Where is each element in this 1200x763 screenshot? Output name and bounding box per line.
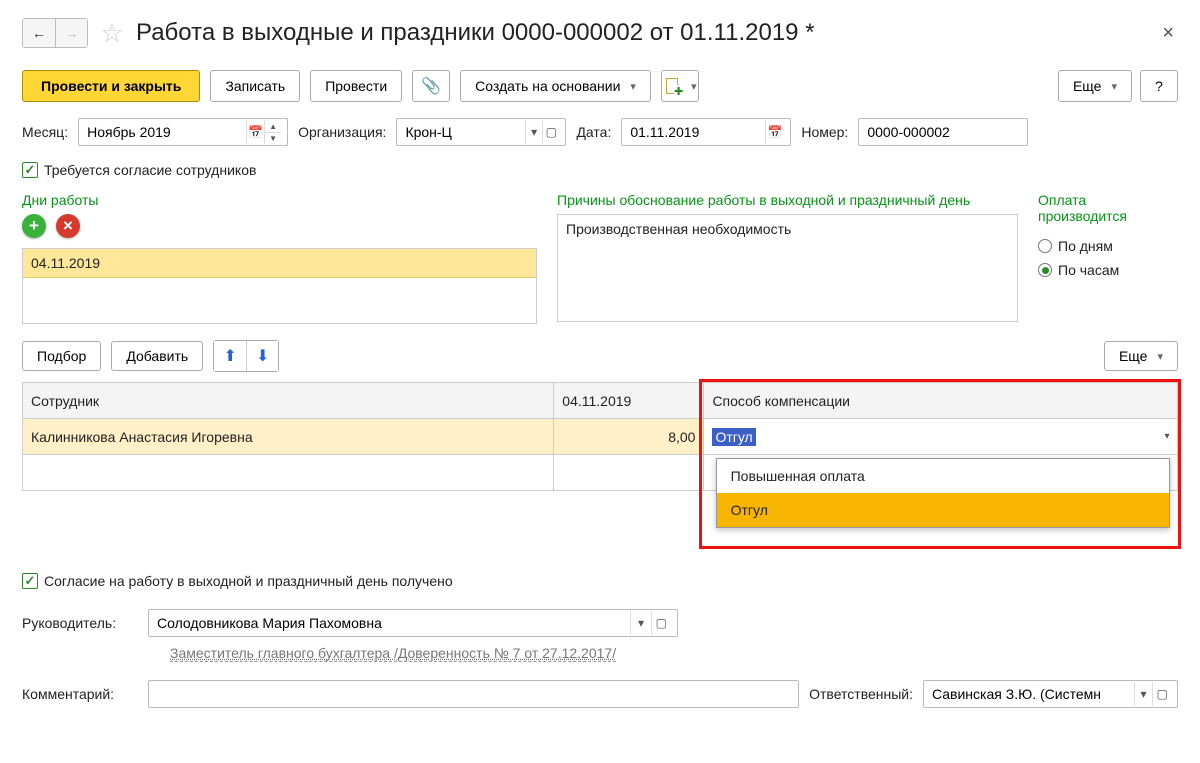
- compensation-dropdown[interactable]: Повышенная оплата Отгул: [716, 458, 1170, 528]
- arrow-down-icon: ⬇: [256, 346, 269, 366]
- arrow-up-icon: ⬆: [223, 346, 236, 366]
- manager-proxy-link[interactable]: Заместитель главного бухгалтера /Доверен…: [170, 645, 616, 662]
- nav-back-button[interactable]: ←: [23, 19, 55, 47]
- days-section-title: Дни работы: [22, 192, 537, 208]
- date-label: Дата:: [576, 124, 611, 140]
- manager-label: Руководитель:: [22, 615, 138, 631]
- run-and-close-button[interactable]: Провести и закрыть: [22, 70, 200, 102]
- cell-hours[interactable]: 8,00: [554, 419, 704, 455]
- table-more-button[interactable]: Еще: [1104, 341, 1178, 371]
- col-date[interactable]: 04.11.2019: [554, 383, 704, 419]
- number-input[interactable]: [858, 118, 1028, 146]
- consent-received-checkbox[interactable]: ✓: [22, 573, 38, 589]
- comment-label: Комментарий:: [22, 686, 138, 702]
- responsible-input[interactable]: ▾ ▢: [923, 680, 1178, 708]
- month-input[interactable]: 📅 ▲ ▼: [78, 118, 288, 146]
- manager-input[interactable]: ▾ ▢: [148, 609, 678, 637]
- calendar-icon[interactable]: 📅: [765, 120, 784, 144]
- manager-field[interactable]: [155, 614, 630, 632]
- dropdown-icon[interactable]: ▾: [525, 120, 542, 144]
- day-row[interactable]: 04.11.2019: [23, 249, 536, 278]
- run-button[interactable]: Провести: [310, 70, 402, 102]
- dropdown-icon[interactable]: ▾: [1134, 682, 1153, 706]
- cell-compensation-value: Отгул: [712, 428, 755, 446]
- page-title: Работа в выходные и праздники 0000-00000…: [136, 19, 815, 47]
- days-list[interactable]: 04.11.2019: [22, 248, 537, 324]
- favorite-star-icon[interactable]: ☆: [98, 19, 126, 47]
- nav-forward-button[interactable]: →: [55, 19, 87, 47]
- responsible-field[interactable]: [930, 685, 1134, 703]
- pay-by-days-radio[interactable]: По дням: [1038, 238, 1178, 254]
- more-button[interactable]: Еще: [1058, 70, 1132, 102]
- dropdown-option-dayoff[interactable]: Отгул: [717, 493, 1169, 527]
- month-label: Месяц:: [22, 124, 68, 140]
- open-icon[interactable]: ▢: [651, 611, 671, 635]
- org-field[interactable]: [403, 123, 525, 141]
- remove-day-button[interactable]: ×: [56, 214, 80, 238]
- save-button[interactable]: Записать: [210, 70, 300, 102]
- responsible-label: Ответственный:: [809, 686, 913, 702]
- date-input[interactable]: 📅: [621, 118, 791, 146]
- pay-by-hours-radio[interactable]: По часам: [1038, 262, 1178, 278]
- org-input[interactable]: ▾ ▢: [396, 118, 566, 146]
- stepper-up-icon[interactable]: ▲: [265, 120, 281, 132]
- cell-compensation[interactable]: Отгул ▾: [704, 419, 1178, 455]
- arrow-right-icon: →: [65, 25, 79, 41]
- open-icon[interactable]: ▢: [542, 120, 559, 144]
- attachment-button[interactable]: 📎: [412, 70, 450, 102]
- col-compensation[interactable]: Способ компенсации: [704, 383, 1178, 419]
- number-label: Номер:: [801, 124, 848, 140]
- month-field[interactable]: [85, 123, 246, 141]
- consent-required-checkbox[interactable]: ✓: [22, 162, 38, 178]
- comment-input[interactable]: [148, 680, 799, 708]
- add-row-button[interactable]: Добавить: [111, 341, 203, 371]
- cell-employee[interactable]: Калинникова Анастасия Игоревна: [23, 419, 554, 455]
- payment-section-title: Оплата производится: [1038, 192, 1178, 224]
- cell-dropdown-button[interactable]: ▾: [1158, 420, 1176, 453]
- paperclip-icon: 📎: [421, 76, 441, 96]
- open-icon[interactable]: ▢: [1152, 682, 1171, 706]
- calendar-icon[interactable]: 📅: [246, 120, 264, 144]
- date-field[interactable]: [628, 123, 765, 141]
- nav-buttons: ← →: [22, 18, 88, 48]
- close-button[interactable]: ×: [1158, 22, 1178, 45]
- dropdown-option-increased-pay[interactable]: Повышенная оплата: [717, 459, 1169, 493]
- reason-section-title: Причины обоснование работы в выходной и …: [557, 192, 1018, 208]
- consent-received-label: Согласие на работу в выходной и празднич…: [44, 573, 453, 589]
- add-day-button[interactable]: +: [22, 214, 46, 238]
- consent-required-label: Требуется согласие сотрудников: [44, 162, 256, 178]
- document-new-icon: [663, 77, 681, 95]
- month-stepper[interactable]: ▲ ▼: [264, 120, 281, 144]
- radio-checked-icon: [1038, 263, 1052, 277]
- col-employee[interactable]: Сотрудник: [23, 383, 554, 419]
- comment-field[interactable]: [155, 685, 792, 703]
- move-down-button[interactable]: ⬇: [246, 341, 278, 371]
- reason-textarea[interactable]: Производственная необходимость: [557, 214, 1018, 322]
- dropdown-icon[interactable]: ▾: [630, 611, 650, 635]
- move-up-button[interactable]: ⬆: [214, 341, 246, 371]
- arrow-left-icon: ←: [32, 25, 46, 41]
- help-button[interactable]: ?: [1140, 70, 1178, 102]
- create-based-on-button[interactable]: Создать на основании: [460, 70, 651, 102]
- number-field[interactable]: [865, 123, 1021, 141]
- org-label: Организация:: [298, 124, 386, 140]
- table-row[interactable]: Калинникова Анастасия Игоревна 8,00 Отгу…: [23, 419, 1178, 455]
- document-new-dropdown[interactable]: [661, 70, 699, 102]
- stepper-down-icon[interactable]: ▼: [265, 132, 281, 144]
- radio-icon: [1038, 239, 1052, 253]
- pick-button[interactable]: Подбор: [22, 341, 101, 371]
